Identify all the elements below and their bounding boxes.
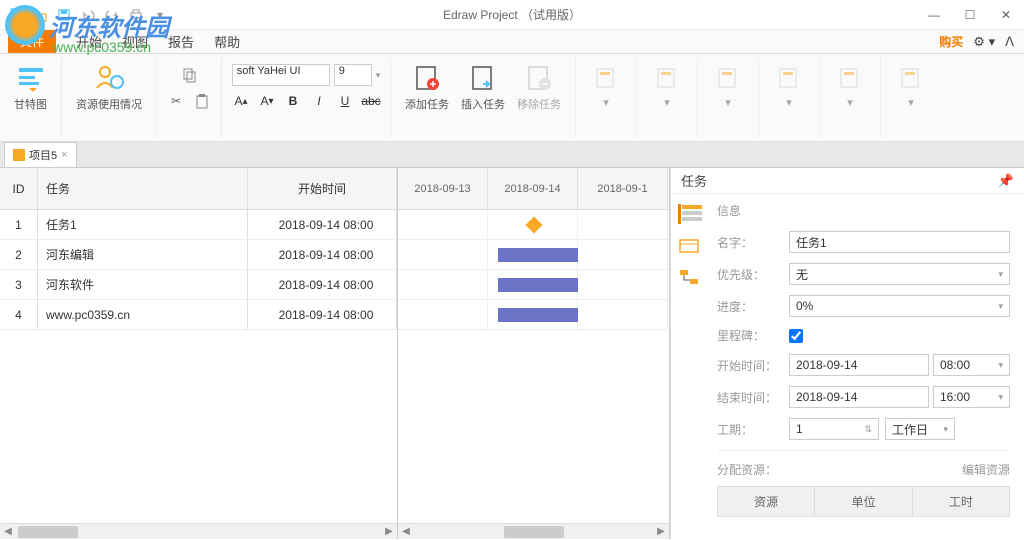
qat-open-icon[interactable]	[32, 7, 48, 23]
menu-help[interactable]: 帮助	[214, 32, 240, 51]
qat-undo-icon[interactable]	[80, 7, 96, 23]
gantt-icon	[15, 62, 47, 94]
name-field[interactable]: 任务1	[789, 231, 1010, 253]
table-row[interactable]: 2河东编辑2018-09-14 08:00	[0, 240, 397, 270]
buy-link[interactable]: 购买	[939, 33, 963, 50]
decrease-font-button[interactable]: A▾	[256, 90, 278, 112]
resource-columns: 资源 单位 工时	[717, 486, 1010, 517]
qat-new-icon[interactable]	[8, 7, 24, 23]
pin-icon[interactable]: 📌	[998, 173, 1014, 189]
resource-icon	[93, 62, 125, 94]
end-time-field[interactable]: 16:00▾	[933, 386, 1010, 408]
table-scrollbar[interactable]: ◀▶	[0, 523, 397, 539]
tab-project5[interactable]: 项目5 ×	[4, 142, 77, 167]
assign-resource-label: 分配资源：	[717, 461, 777, 478]
increase-font-button[interactable]: A▴	[230, 90, 252, 112]
gantt-bar[interactable]	[498, 278, 578, 292]
underline-button[interactable]: U	[334, 90, 356, 112]
italic-button[interactable]: I	[308, 90, 330, 112]
col-id[interactable]: ID	[0, 168, 38, 209]
maximize-button[interactable]: ☐	[952, 1, 988, 29]
duration-field[interactable]: 1⇅	[789, 418, 879, 440]
qat-save-icon[interactable]	[56, 7, 72, 23]
side-title: 任务	[681, 171, 707, 190]
menu-start[interactable]: 开始	[76, 32, 102, 51]
ribbon-extra-1[interactable]: ▾	[584, 60, 628, 111]
close-button[interactable]: ✕	[988, 1, 1024, 29]
window-title: Edraw Project （试用版）	[443, 6, 581, 23]
resource-usage-button[interactable]: 资源使用情况	[70, 60, 148, 114]
title-bar: ▾ Edraw Project （试用版） — ☐ ✕	[0, 0, 1024, 30]
add-task-icon	[411, 62, 443, 94]
gantt-date-col: 2018-09-14	[488, 168, 578, 209]
ribbon-extra-6[interactable]: ▾	[889, 60, 933, 111]
ribbon-extra-5[interactable]: ▾	[828, 60, 872, 111]
duration-unit-select[interactable]: 工作日▾	[885, 418, 955, 440]
col-start[interactable]: 开始时间	[248, 168, 397, 209]
edit-resource-link[interactable]: 编辑资源	[962, 461, 1010, 478]
res-col-work[interactable]: 工时	[913, 487, 1009, 516]
res-col-resource[interactable]: 资源	[718, 487, 815, 516]
gantt-date-col: 2018-09-13	[398, 168, 488, 209]
remove-task-button[interactable]: 移除任务	[511, 60, 567, 114]
qat-redo-icon[interactable]	[104, 7, 120, 23]
gantt-scrollbar[interactable]: ◀▶	[398, 523, 669, 539]
close-tab-icon[interactable]: ×	[61, 149, 67, 161]
gantt-chart-button[interactable]: 甘特图	[8, 60, 53, 114]
milestone-checkbox[interactable]	[789, 329, 803, 343]
insert-task-button[interactable]: 插入任务	[455, 60, 511, 114]
end-date-field[interactable]: 2018-09-14	[789, 386, 929, 408]
menu-view[interactable]: 视图	[122, 32, 148, 51]
link-tab-icon[interactable]	[678, 268, 702, 288]
task-properties-pane: 任务 📌 信息 名字：任务1 优先级：无▾ 进度：0%▾ 里程碑： 开始时间： …	[670, 168, 1024, 539]
add-task-button[interactable]: 添加任务	[399, 60, 455, 114]
ribbon: 甘特图 资源使用情况 ✂ soft YaHei UI 9 ▾ A▴ A▾ B I…	[0, 54, 1024, 142]
gantt-bar[interactable]	[498, 248, 578, 262]
paste-icon[interactable]	[191, 90, 213, 112]
task-table-pane: ID 任务 开始时间 1任务12018-09-14 08:002河东编辑2018…	[0, 168, 398, 539]
bold-button[interactable]: B	[282, 90, 304, 112]
res-col-unit[interactable]: 单位	[815, 487, 912, 516]
qat-print-icon[interactable]	[128, 7, 144, 23]
progress-field[interactable]: 0%▾	[789, 295, 1010, 317]
remove-task-icon	[523, 62, 555, 94]
document-tabs: 项目5 ×	[0, 142, 1024, 168]
table-row[interactable]: 1任务12018-09-14 08:00	[0, 210, 397, 240]
ribbon-extra-2[interactable]: ▾	[645, 60, 689, 111]
gantt-bar[interactable]	[498, 308, 578, 322]
priority-select[interactable]: 无▾	[789, 263, 1010, 285]
table-row[interactable]: 4www.pc0359.cn2018-09-14 08:00	[0, 300, 397, 330]
section-info: 信息	[717, 202, 1010, 219]
start-date-field[interactable]: 2018-09-14	[789, 354, 929, 376]
project-icon	[13, 149, 25, 161]
menu-report[interactable]: 报告	[168, 32, 194, 51]
font-family-select[interactable]: soft YaHei UI	[232, 64, 330, 86]
collapse-ribbon-icon[interactable]: ᐱ	[1005, 34, 1014, 50]
gantt-pane: 2018-09-132018-09-142018-09-1 ◀▶	[398, 168, 670, 539]
resource-tab-icon[interactable]	[678, 236, 702, 256]
strikethrough-button[interactable]: abc	[360, 90, 382, 112]
qat-more-icon[interactable]: ▾	[152, 7, 168, 23]
ribbon-extra-3[interactable]: ▾	[706, 60, 750, 111]
font-size-select[interactable]: 9	[334, 64, 372, 86]
col-task[interactable]: 任务	[38, 168, 248, 209]
insert-task-icon	[467, 62, 499, 94]
menu-file[interactable]: 文件	[8, 30, 56, 53]
gear-icon[interactable]: ⚙ ▾	[973, 34, 995, 50]
menu-bar: 文件 开始 视图 报告 帮助 购买 ⚙ ▾ ᐱ	[0, 30, 1024, 54]
copy-icon[interactable]	[178, 64, 200, 86]
ribbon-extra-4[interactable]: ▾	[767, 60, 811, 111]
minimize-button[interactable]: —	[916, 1, 952, 29]
start-time-field[interactable]: 08:00▾	[933, 354, 1010, 376]
info-tab-icon[interactable]	[678, 204, 702, 224]
table-row[interactable]: 3河东软件2018-09-14 08:00	[0, 270, 397, 300]
gantt-date-col: 2018-09-1	[578, 168, 668, 209]
cut-icon[interactable]: ✂	[165, 90, 187, 112]
